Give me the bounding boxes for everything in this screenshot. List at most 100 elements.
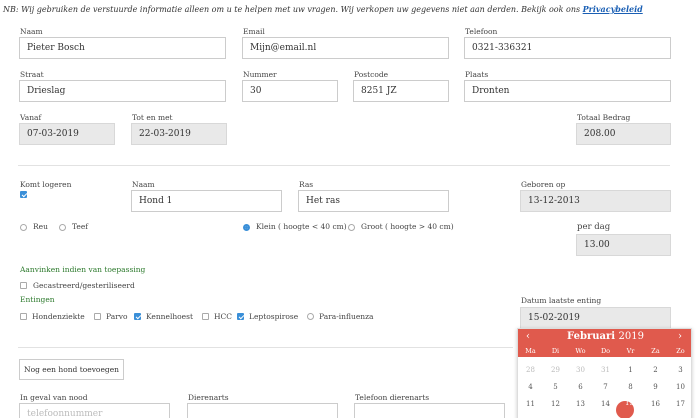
hcc-label: HCC xyxy=(214,312,233,321)
klein-radio[interactable] xyxy=(243,224,250,231)
weekday-2: Wo xyxy=(575,347,586,355)
datepicker-month: Februari xyxy=(567,331,616,342)
tel-dierenarts-input[interactable] xyxy=(354,403,505,418)
teef-label: Teef xyxy=(72,222,89,231)
datepicker: ‹ › Februari 2019 Ma Di Wo Do Vr Za Zo 28 29 30 3… xyxy=(517,328,692,418)
logeren-label: Komt logeren xyxy=(20,180,72,189)
gecastreerd-checkbox[interactable] xyxy=(20,282,27,289)
dierenarts-label: Dierenarts xyxy=(188,393,229,402)
calendar-day[interactable]: 17 xyxy=(668,400,691,408)
telefoon-input[interactable]: 0321-336321 xyxy=(464,37,671,59)
hond-naam-input[interactable]: Hond 1 xyxy=(131,190,282,212)
kennelhoest-label: Kennelhoest xyxy=(146,312,193,321)
calendar-day[interactable]: 2 xyxy=(643,366,668,374)
weekday-0: Ma xyxy=(525,347,536,355)
nood-label: In geval van nood xyxy=(20,393,88,402)
divider xyxy=(18,165,670,166)
tel-dierenarts-label: Telefoon dierenarts xyxy=(355,393,430,402)
calendar-day[interactable]: 14 xyxy=(593,400,618,408)
privacy-note-text: NB: Wij gebruiken de verstuurde informat… xyxy=(3,5,583,14)
reu-label: Reu xyxy=(33,222,48,231)
groot-radio[interactable] xyxy=(348,224,355,231)
calendar-day[interactable]: 29 xyxy=(543,366,568,374)
weekday-5: Za xyxy=(651,347,660,355)
datum-enting-input[interactable]: 15-02-2019 xyxy=(520,307,671,329)
calendar-day[interactable]: 5 xyxy=(543,383,568,391)
datum-enting-label: Datum laatste enting xyxy=(521,296,602,305)
postcode-label: Postcode xyxy=(354,70,389,79)
para-influenza-checkbox[interactable] xyxy=(307,313,314,320)
calendar-day[interactable]: 3 xyxy=(668,366,691,374)
plaats-label: Plaats xyxy=(465,70,489,79)
parvo-checkbox[interactable] xyxy=(94,313,101,320)
perdag-label: per dag xyxy=(577,222,611,232)
calendar-day[interactable]: 16 xyxy=(643,400,668,408)
email-label: Email xyxy=(243,27,265,36)
nummer-input[interactable]: 30 xyxy=(242,80,338,102)
weekday-3: Do xyxy=(600,347,611,355)
datepicker-year: 2019 xyxy=(618,331,644,342)
geboren-label: Geboren op xyxy=(521,180,566,189)
entingen-label: Entingen xyxy=(20,295,55,304)
naam-label: Naam xyxy=(20,27,43,36)
calendar-day[interactable]: 31 xyxy=(593,366,618,374)
hondenziekte-checkbox[interactable] xyxy=(20,313,27,320)
naam-input[interactable]: Pieter Bosch xyxy=(19,37,226,59)
klein-label: Klein ( hoogte < 40 cm) xyxy=(256,222,347,231)
totaal-label: Totaal Bedrag xyxy=(577,113,631,122)
vanaf-input[interactable]: 07-03-2019 xyxy=(19,123,115,145)
calendar-day[interactable]: 6 xyxy=(568,383,593,391)
aanvinken-label: Aanvinken indien van toepassing xyxy=(20,265,146,274)
geboren-input[interactable]: 13-12-2013 xyxy=(520,190,671,212)
calendar-day[interactable]: 11 xyxy=(518,400,543,408)
divider-2 xyxy=(18,347,513,348)
email-input[interactable]: Mijn@email.nl xyxy=(242,37,449,59)
datepicker-title: Februari 2019 xyxy=(518,331,691,342)
calendar-day[interactable]: 9 xyxy=(643,383,668,391)
postcode-input[interactable]: 8251 JZ xyxy=(353,80,449,102)
telefoon-label: Telefoon xyxy=(465,27,498,36)
leptospirose-checkbox[interactable] xyxy=(237,313,244,320)
weekday-6: Zo xyxy=(676,347,685,355)
calendar-day[interactable]: 8 xyxy=(618,383,643,391)
calendar-day[interactable]: 30 xyxy=(568,366,593,374)
nummer-label: Nummer xyxy=(243,70,277,79)
reu-radio[interactable] xyxy=(20,224,27,231)
leptospirose-label: Leptospirose xyxy=(249,312,299,321)
hond-naam-label: Naam xyxy=(132,180,155,189)
vanaf-label: Vanaf xyxy=(20,113,42,122)
kennelhoest-checkbox[interactable] xyxy=(134,313,141,320)
privacy-note: NB: Wij gebruiken de verstuurde informat… xyxy=(3,4,643,14)
add-dog-button[interactable]: Nog een hond toevoegen xyxy=(19,359,124,380)
perdag-input: 13.00 xyxy=(576,234,671,256)
hcc-checkbox[interactable] xyxy=(202,313,209,320)
parvo-label: Parvo xyxy=(106,312,128,321)
straat-label: Straat xyxy=(20,70,44,79)
hondenziekte-label: Hondenziekte xyxy=(32,312,85,321)
calendar-day-selected[interactable]: 15 xyxy=(617,399,642,407)
calendar-day[interactable]: 10 xyxy=(668,383,691,391)
ras-label: Ras xyxy=(299,180,314,189)
tot-input[interactable]: 22-03-2019 xyxy=(131,123,227,145)
plaats-input[interactable]: Dronten xyxy=(464,80,671,102)
nood-input[interactable]: telefoonnummer xyxy=(19,403,170,418)
calendar-day[interactable]: 1 xyxy=(618,366,643,374)
para-influenza-label: Para-influenza xyxy=(319,312,374,321)
gecastreerd-label: Gecastreerd/gesteriliseerd xyxy=(33,281,135,290)
calendar-day[interactable]: 28 xyxy=(518,366,543,374)
groot-label: Groot ( hoogte > 40 cm) xyxy=(361,222,454,231)
dierenarts-input[interactable] xyxy=(187,403,338,418)
tot-label: Tot en met xyxy=(132,113,173,122)
logeren-checkbox[interactable] xyxy=(20,191,27,198)
privacy-link[interactable]: Privacybeleid xyxy=(583,4,643,14)
weekday-4: Vr xyxy=(626,347,635,355)
calendar-day[interactable]: 7 xyxy=(593,383,618,391)
straat-input[interactable]: Drieslag xyxy=(19,80,226,102)
teef-radio[interactable] xyxy=(59,224,66,231)
totaal-input: 208.00 xyxy=(576,123,671,145)
weekday-1: Di xyxy=(551,347,560,355)
ras-input[interactable]: Het ras xyxy=(298,190,449,212)
calendar-day[interactable]: 12 xyxy=(543,400,568,408)
calendar-day[interactable]: 4 xyxy=(518,383,543,391)
calendar-day[interactable]: 13 xyxy=(568,400,593,408)
